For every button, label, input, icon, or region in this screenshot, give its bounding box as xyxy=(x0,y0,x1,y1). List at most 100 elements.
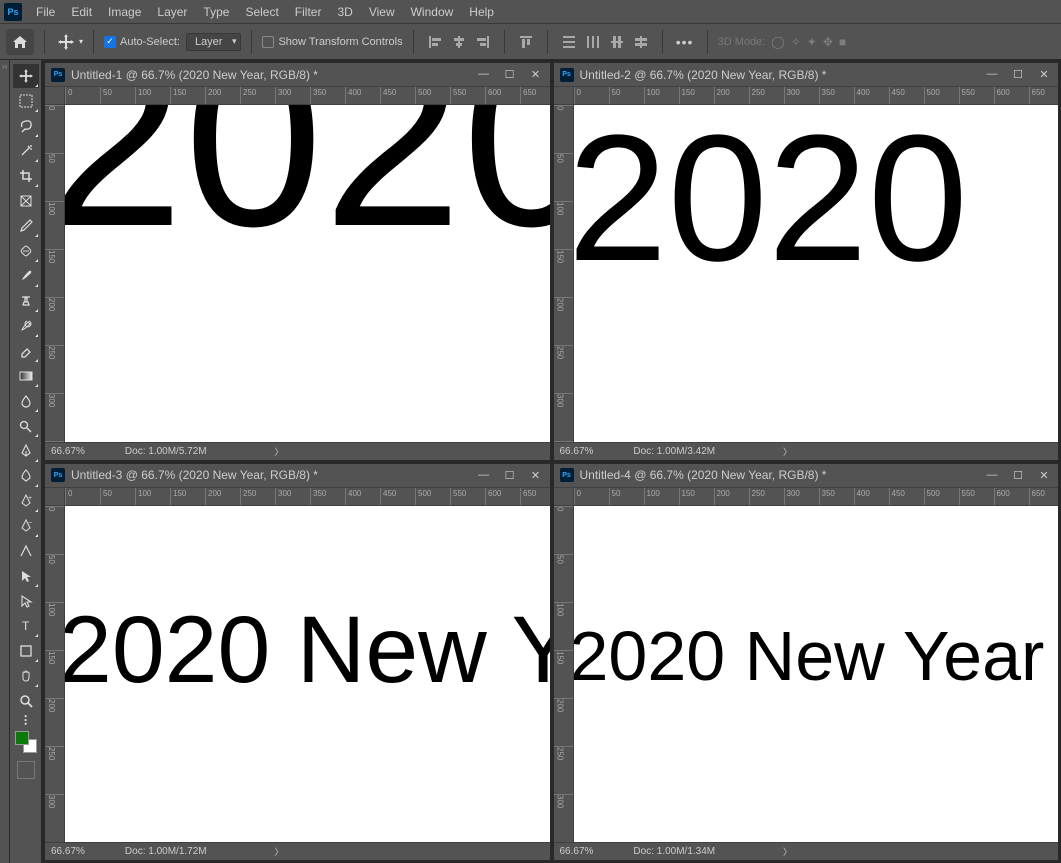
foreground-color-swatch[interactable] xyxy=(15,731,29,745)
distribute-3-icon[interactable] xyxy=(606,31,628,53)
zoom-level[interactable]: 66.67% xyxy=(51,846,85,857)
menu-view[interactable]: View xyxy=(361,5,403,19)
canvas[interactable]: 2020 New Y xyxy=(65,506,550,843)
document-titlebar[interactable]: Ps Untitled-3 @ 66.7% (2020 New Year, RG… xyxy=(45,464,550,488)
horizontal-ruler[interactable]: 050100150200250300350400450500550600650 xyxy=(574,87,1059,105)
ruler-tick: 450 xyxy=(889,87,905,104)
ruler-origin[interactable] xyxy=(554,488,574,506)
document-titlebar[interactable]: Ps Untitled-4 @ 66.7% (2020 New Year, RG… xyxy=(554,464,1059,488)
align-right-icon[interactable] xyxy=(472,31,494,53)
zoom-level[interactable]: 66.67% xyxy=(560,446,594,457)
minimize-icon[interactable]: — xyxy=(984,469,1000,482)
tool-convert-point[interactable] xyxy=(13,539,39,563)
menu-file[interactable]: File xyxy=(28,5,63,19)
show-transform-checkbox[interactable]: Show Transform Controls xyxy=(262,36,402,48)
horizontal-ruler[interactable]: 050100150200250300350400450500550600650 xyxy=(574,488,1059,506)
auto-select-checkbox[interactable]: ✓ Auto-Select: xyxy=(104,36,180,48)
ruler-origin[interactable] xyxy=(554,87,574,105)
tool-marquee[interactable] xyxy=(13,89,39,113)
canvas[interactable]: 2020 New Year xyxy=(574,506,1059,843)
vertical-ruler[interactable]: 050100150200250300350 xyxy=(554,506,574,843)
menu-help[interactable]: Help xyxy=(461,5,502,19)
tool-healing[interactable] xyxy=(13,239,39,263)
tool-eyedropper[interactable] xyxy=(13,214,39,238)
document-info[interactable]: Doc: 1.00M/5.72M xyxy=(125,446,207,457)
tool-path-select[interactable] xyxy=(13,564,39,588)
align-hcenter-icon[interactable] xyxy=(448,31,470,53)
zoom-level[interactable]: 66.67% xyxy=(51,446,85,457)
tool-pen[interactable] xyxy=(13,439,39,463)
minimize-icon[interactable]: — xyxy=(476,469,492,482)
tool-shape[interactable] xyxy=(13,639,39,663)
menu-layer[interactable]: Layer xyxy=(149,5,195,19)
quick-mask-icon[interactable] xyxy=(17,761,35,779)
document-info[interactable]: Doc: 1.00M/3.42M xyxy=(633,446,715,457)
tool-direct-select[interactable] xyxy=(13,589,39,613)
tool-add-anchor[interactable]: + xyxy=(13,489,39,513)
tool-magic-wand[interactable] xyxy=(13,139,39,163)
tool-eraser[interactable] xyxy=(13,339,39,363)
status-chevron-icon[interactable]: 〉 xyxy=(783,445,792,458)
tool-type[interactable]: T xyxy=(13,614,39,638)
distribute-4-icon[interactable] xyxy=(630,31,652,53)
color-swatch[interactable] xyxy=(15,731,37,753)
document-info[interactable]: Doc: 1.00M/1.72M xyxy=(125,846,207,857)
status-chevron-icon[interactable]: 〉 xyxy=(783,845,792,858)
ruler-origin[interactable] xyxy=(45,87,65,105)
tool-gradient[interactable] xyxy=(13,364,39,388)
toolbar-more-icon[interactable]: ••• xyxy=(21,715,30,726)
menu-type[interactable]: Type xyxy=(195,5,237,19)
panel-strip[interactable]: ›› xyxy=(0,60,10,863)
distribute-2-icon[interactable] xyxy=(582,31,604,53)
tool-hand[interactable] xyxy=(13,664,39,688)
close-icon[interactable]: ✕ xyxy=(1036,469,1052,482)
vertical-ruler[interactable]: 050100150200250300350 xyxy=(554,105,574,442)
document-titlebar[interactable]: Ps Untitled-2 @ 66.7% (2020 New Year, RG… xyxy=(554,63,1059,87)
tool-curvature-pen[interactable] xyxy=(13,464,39,488)
align-left-icon[interactable] xyxy=(424,31,446,53)
menu-window[interactable]: Window xyxy=(403,5,462,19)
tool-brush[interactable] xyxy=(13,264,39,288)
menu-image[interactable]: Image xyxy=(100,5,149,19)
ruler-origin[interactable] xyxy=(45,488,65,506)
document-titlebar[interactable]: Ps Untitled-1 @ 66.7% (2020 New Year, RG… xyxy=(45,63,550,87)
vertical-ruler[interactable]: 050100150200250300350 xyxy=(45,506,65,843)
close-icon[interactable]: ✕ xyxy=(1036,68,1052,81)
tool-delete-anchor[interactable]: − xyxy=(13,514,39,538)
vertical-ruler[interactable]: 050100150200250300350 xyxy=(45,105,65,442)
tool-dodge[interactable] xyxy=(13,414,39,438)
status-chevron-icon[interactable]: 〉 xyxy=(274,845,283,858)
align-top-icon[interactable] xyxy=(515,31,537,53)
tool-frame[interactable] xyxy=(13,189,39,213)
close-icon[interactable]: ✕ xyxy=(528,469,544,482)
tool-crop[interactable] xyxy=(13,164,39,188)
distribute-1-icon[interactable] xyxy=(558,31,580,53)
tool-move[interactable] xyxy=(13,64,39,88)
maximize-icon[interactable]: ☐ xyxy=(502,469,518,482)
tool-blur[interactable] xyxy=(13,389,39,413)
tool-zoom[interactable] xyxy=(13,689,39,713)
canvas[interactable]: 2020 xyxy=(574,105,1059,442)
minimize-icon[interactable]: — xyxy=(476,68,492,81)
tool-history-brush[interactable] xyxy=(13,314,39,338)
menu-filter[interactable]: Filter xyxy=(287,5,330,19)
tool-clone-stamp[interactable] xyxy=(13,289,39,313)
auto-select-target-dropdown[interactable]: Layer xyxy=(186,33,242,51)
tool-lasso[interactable] xyxy=(13,114,39,138)
status-chevron-icon[interactable]: 〉 xyxy=(274,445,283,458)
menu-edit[interactable]: Edit xyxy=(63,5,100,19)
menu-select[interactable]: Select xyxy=(237,5,286,19)
zoom-level[interactable]: 66.67% xyxy=(560,846,594,857)
document-info[interactable]: Doc: 1.00M/1.34M xyxy=(633,846,715,857)
maximize-icon[interactable]: ☐ xyxy=(1010,68,1026,81)
horizontal-ruler[interactable]: 050100150200250300350400450500550600650 xyxy=(65,87,550,105)
canvas[interactable]: 2020 xyxy=(65,105,550,442)
horizontal-ruler[interactable]: 050100150200250300350400450500550600650 xyxy=(65,488,550,506)
home-button[interactable] xyxy=(6,29,34,55)
maximize-icon[interactable]: ☐ xyxy=(1010,469,1026,482)
minimize-icon[interactable]: — xyxy=(984,68,1000,81)
close-icon[interactable]: ✕ xyxy=(528,68,544,81)
more-options-icon[interactable]: ••• xyxy=(673,34,697,50)
maximize-icon[interactable]: ☐ xyxy=(502,68,518,81)
menu-3d[interactable]: 3D xyxy=(329,5,360,19)
